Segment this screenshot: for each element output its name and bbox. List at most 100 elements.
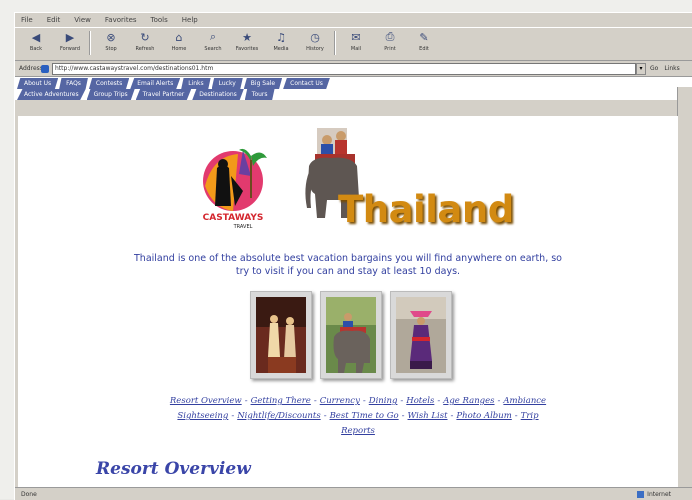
media-icon: ♫ — [276, 30, 286, 44]
nav-contests[interactable]: Contests — [88, 78, 130, 89]
nav-lucky[interactable]: Lucky — [211, 78, 243, 89]
link-dining[interactable]: Dining — [369, 396, 398, 406]
intro-text: Thailand is one of the absolute best vac… — [134, 253, 562, 277]
section-links-row-1: Resort Overview - Getting There - Currency - D… — [168, 394, 548, 409]
links-button[interactable]: Links — [664, 65, 679, 72]
vertical-scrollbar[interactable] — [677, 87, 692, 488]
nav-travel-partner[interactable]: Travel Partner — [135, 89, 192, 100]
link-ambiance[interactable]: Ambiance — [503, 396, 546, 406]
zone-text: Internet — [647, 490, 671, 498]
link-separator: - — [400, 396, 404, 406]
back-arrow-icon: ◀ — [31, 30, 41, 44]
refresh-button[interactable]: ↻ Refresh — [130, 28, 160, 53]
link-separator: - — [362, 396, 366, 406]
forward-button[interactable]: ▶ Forward — [55, 28, 85, 53]
search-button[interactable]: ⌕ Search — [198, 28, 228, 52]
photo-dancers[interactable] — [250, 291, 312, 379]
browser-window: File Edit View Favorites Tools Help ◀ Bac… — [14, 12, 692, 500]
menu-favorites[interactable]: Favorites — [105, 16, 137, 24]
security-zone: Internet — [637, 490, 671, 498]
menu-help[interactable]: Help — [182, 16, 198, 24]
link-nightlife[interactable]: Nightlife/Discounts — [237, 411, 320, 421]
link-separator: - — [450, 411, 454, 421]
address-bar: Address ▾ Go Links — [15, 61, 692, 77]
menu-edit[interactable]: Edit — [47, 16, 61, 24]
nav-big-sale[interactable]: Big Sale — [243, 78, 283, 89]
link-separator: - — [437, 396, 441, 406]
link-age-ranges[interactable]: Age Ranges — [443, 396, 494, 406]
mail-icon: ✉ — [351, 30, 361, 44]
link-best-time[interactable]: Best Time to Go — [330, 411, 399, 421]
edit-button[interactable]: ✎ Edit — [409, 28, 439, 53]
stop-icon: ⊗ — [106, 30, 116, 44]
link-resort-overview[interactable]: Resort Overview — [170, 396, 242, 406]
nav-active-adventures[interactable]: Active Adventures — [17, 89, 86, 100]
refresh-icon: ↻ — [140, 30, 150, 44]
photo-elephant-ride[interactable] — [320, 291, 382, 379]
link-currency[interactable]: Currency — [320, 396, 360, 406]
castaways-logo[interactable]: CASTAWAYS TRAVEL — [193, 136, 273, 231]
link-getting-there[interactable]: Getting There — [251, 396, 311, 406]
search-icon: ⌕ — [209, 30, 217, 43]
link-separator: - — [313, 396, 317, 406]
photo-woman-costume[interactable] — [390, 291, 452, 379]
go-button[interactable]: Go — [650, 65, 658, 72]
site-nav: About Us FAQs Contests Email Alerts Link… — [15, 77, 692, 100]
toolbar-separator — [89, 31, 90, 55]
link-separator: - — [323, 411, 327, 421]
menu-bar: File Edit View Favorites Tools Help — [15, 13, 692, 27]
page-icon — [41, 64, 49, 73]
nav-destinations[interactable]: Destinations — [192, 89, 244, 100]
internet-zone-icon — [637, 490, 645, 498]
link-separator: - — [231, 411, 235, 421]
link-wish-list[interactable]: Wish List — [408, 411, 448, 421]
favorites-icon: ★ — [242, 30, 252, 44]
nav-group-trips[interactable]: Group Trips — [86, 89, 135, 100]
mail-button[interactable]: ✉ Mail — [341, 28, 371, 53]
link-hotels[interactable]: Hotels — [406, 396, 434, 406]
address-dropdown-icon[interactable]: ▾ — [636, 62, 646, 75]
print-button[interactable]: ⎙ Print — [375, 28, 405, 52]
media-button[interactable]: ♫ Media — [266, 28, 296, 53]
site-nav-row-1: About Us FAQs Contests Email Alerts Link… — [17, 78, 692, 89]
address-label: Address — [19, 65, 43, 72]
forward-arrow-icon: ▶ — [65, 30, 75, 44]
back-button[interactable]: ◀ Back — [21, 28, 51, 53]
photo-elephant-ride-image — [326, 297, 376, 373]
link-photo-album[interactable]: Photo Album — [456, 411, 511, 421]
link-separator: - — [401, 411, 405, 421]
toolbar-separator — [334, 31, 335, 55]
nav-contact-us[interactable]: Contact Us — [283, 78, 330, 89]
nav-about-us[interactable]: About Us — [17, 78, 59, 89]
photo-dancers-image — [256, 297, 306, 373]
edit-icon: ✎ — [419, 30, 429, 44]
section-heading: Resort Overview — [96, 459, 251, 479]
menu-file[interactable]: File — [21, 16, 33, 24]
nav-email-alerts[interactable]: Email Alerts — [130, 78, 181, 89]
history-button[interactable]: ◷ History — [300, 28, 330, 53]
page-title: Thailand — [338, 188, 514, 231]
favorites-button[interactable]: ★ Favorites — [232, 28, 262, 53]
menu-tools[interactable]: Tools — [151, 16, 168, 24]
menu-view[interactable]: View — [74, 16, 91, 24]
home-icon: ⌂ — [175, 30, 183, 44]
address-input[interactable] — [52, 62, 636, 75]
photo-woman-costume-image — [396, 297, 446, 373]
link-separator: - — [514, 411, 518, 421]
status-text: Done — [21, 490, 37, 498]
print-icon: ⎙ — [385, 30, 395, 43]
browser-toolbar: ◀ Back ▶ Forward ⊗ Stop ↻ Refresh ⌂ Home ⌕ Sea… — [15, 27, 692, 61]
page-content: CASTAWAYS TRAVEL Thailand Thailand is on… — [18, 116, 678, 488]
history-icon: ◷ — [310, 30, 320, 44]
magazine-background: File Edit View Favorites Tools Help ◀ Bac… — [0, 0, 692, 500]
link-separator: - — [244, 396, 248, 406]
logo-subtext: TRAVEL — [233, 224, 253, 230]
stop-button[interactable]: ⊗ Stop — [96, 28, 126, 53]
nav-tours[interactable]: Tours — [244, 89, 275, 100]
link-separator: - — [497, 396, 501, 406]
home-button[interactable]: ⌂ Home — [164, 28, 194, 53]
link-sightseeing[interactable]: Sightseeing — [177, 411, 228, 421]
section-links-row-2: Sightseeing - Nightlife/Discounts - Best Tim… — [168, 409, 548, 439]
nav-faqs[interactable]: FAQs — [59, 78, 88, 89]
nav-links[interactable]: Links — [181, 78, 211, 89]
